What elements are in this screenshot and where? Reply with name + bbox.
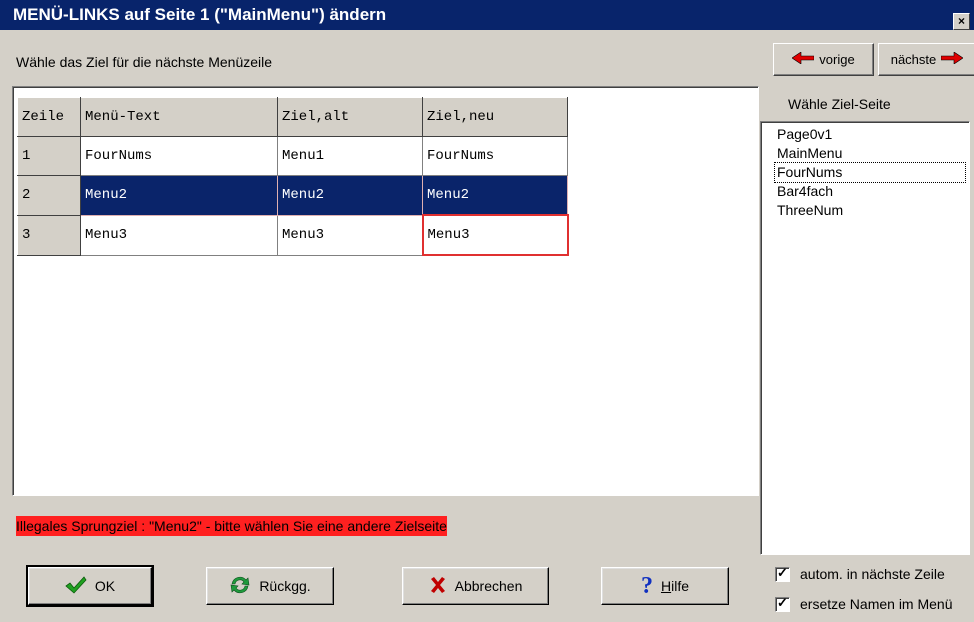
cancel-label: Abbrechen [454,578,523,594]
error-message: Illegales Sprungziel : "Menu2" - bitte w… [16,516,447,536]
ok-button[interactable]: OK [26,565,154,607]
menu-text-cell[interactable]: FourNums [80,136,278,176]
list-item[interactable]: Page0v1 [775,125,834,144]
title-bar[interactable]: MENÜ-LINKS auf Seite 1 ("MainMenu") ände… [0,0,974,30]
ziel-neu-cell[interactable]: Menu2 [422,175,568,216]
help-button[interactable]: ? Hilfe [601,567,729,605]
ziel-alt-cell[interactable]: Menu2 [277,175,423,216]
table-row[interactable]: 3 Menu3 Menu3 Menu3 [17,214,569,256]
help-hotkey: H [660,578,672,594]
instruction-text: Wähle das Ziel für die nächste Menüzeile [16,54,273,70]
ok-label: OK [94,578,116,594]
undo-label: Rückgg. [259,578,311,594]
menu-links-grid-panel: Zeile Menü-Text Ziel,alt Ziel,neu 1 Four… [12,86,759,496]
menu-text-cell[interactable]: Menu3 [80,214,278,256]
replace-names-label: ersetze Namen im Menü [800,596,953,612]
menu-text-cell[interactable]: Menu2 [80,175,278,216]
list-item[interactable]: Bar4fach [775,182,835,201]
arrow-left-icon [791,51,815,67]
undo-button[interactable]: Rückgg. [206,567,334,605]
close-button[interactable]: × [953,13,970,30]
x-icon [429,576,447,597]
help-label-rest: ilfe [671,578,690,594]
header-ziel-neu[interactable]: Ziel,neu [422,97,568,137]
header-ziel-alt[interactable]: Ziel,alt [277,97,423,137]
ziel-alt-cell[interactable]: Menu1 [277,136,423,176]
prev-label: vorige [819,52,855,67]
arrow-right-icon [940,51,964,67]
target-page-list[interactable]: Page0v1 MainMenu FourNums Bar4fach Three… [760,121,970,555]
auto-next-checkbox-row[interactable]: autom. in nächste Zeile [775,565,945,582]
dialog-window: MENÜ-LINKS auf Seite 1 ("MainMenu") ände… [0,0,974,622]
question-mark-icon: ? [640,572,653,599]
next-label: nächste [890,52,937,67]
checkmark-icon [65,575,87,597]
row-number[interactable]: 3 [17,214,81,256]
auto-next-checkbox[interactable] [775,565,790,582]
ziel-neu-cell[interactable]: FourNums [422,136,568,176]
list-item[interactable]: ThreeNum [775,201,845,220]
help-label: Hilfe [661,578,689,594]
header-zeile[interactable]: Zeile [17,97,81,137]
ziel-alt-cell[interactable]: Menu3 [277,214,423,256]
window-title: MENÜ-LINKS auf Seite 1 ("MainMenu") ände… [13,5,387,24]
target-page-label: Wähle Ziel-Seite [788,96,891,112]
list-item[interactable]: MainMenu [775,144,844,163]
row-number[interactable]: 2 [17,175,81,216]
table-row-selected[interactable]: 2 Menu2 Menu2 Menu2 [17,175,568,216]
auto-next-label: autom. in nächste Zeile [800,566,945,582]
replace-names-checkbox-row[interactable]: ersetze Namen im Menü [775,595,953,612]
header-menu-text[interactable]: Menü-Text [80,97,278,137]
menu-links-grid: Zeile Menü-Text Ziel,alt Ziel,neu 1 Four… [17,97,569,256]
prev-button[interactable]: vorige [773,43,874,76]
row-number[interactable]: 1 [17,136,81,176]
replace-names-checkbox[interactable] [775,595,790,612]
next-button[interactable]: nächste [878,43,974,76]
list-item-focused[interactable]: FourNums [774,162,966,183]
ziel-neu-cell-focused[interactable]: Menu3 [421,214,569,256]
cancel-button[interactable]: Abbrechen [402,567,549,605]
grid-header-row: Zeile Menü-Text Ziel,alt Ziel,neu [17,97,568,137]
table-row[interactable]: 1 FourNums Menu1 FourNums [17,136,568,176]
refresh-icon [229,575,251,598]
